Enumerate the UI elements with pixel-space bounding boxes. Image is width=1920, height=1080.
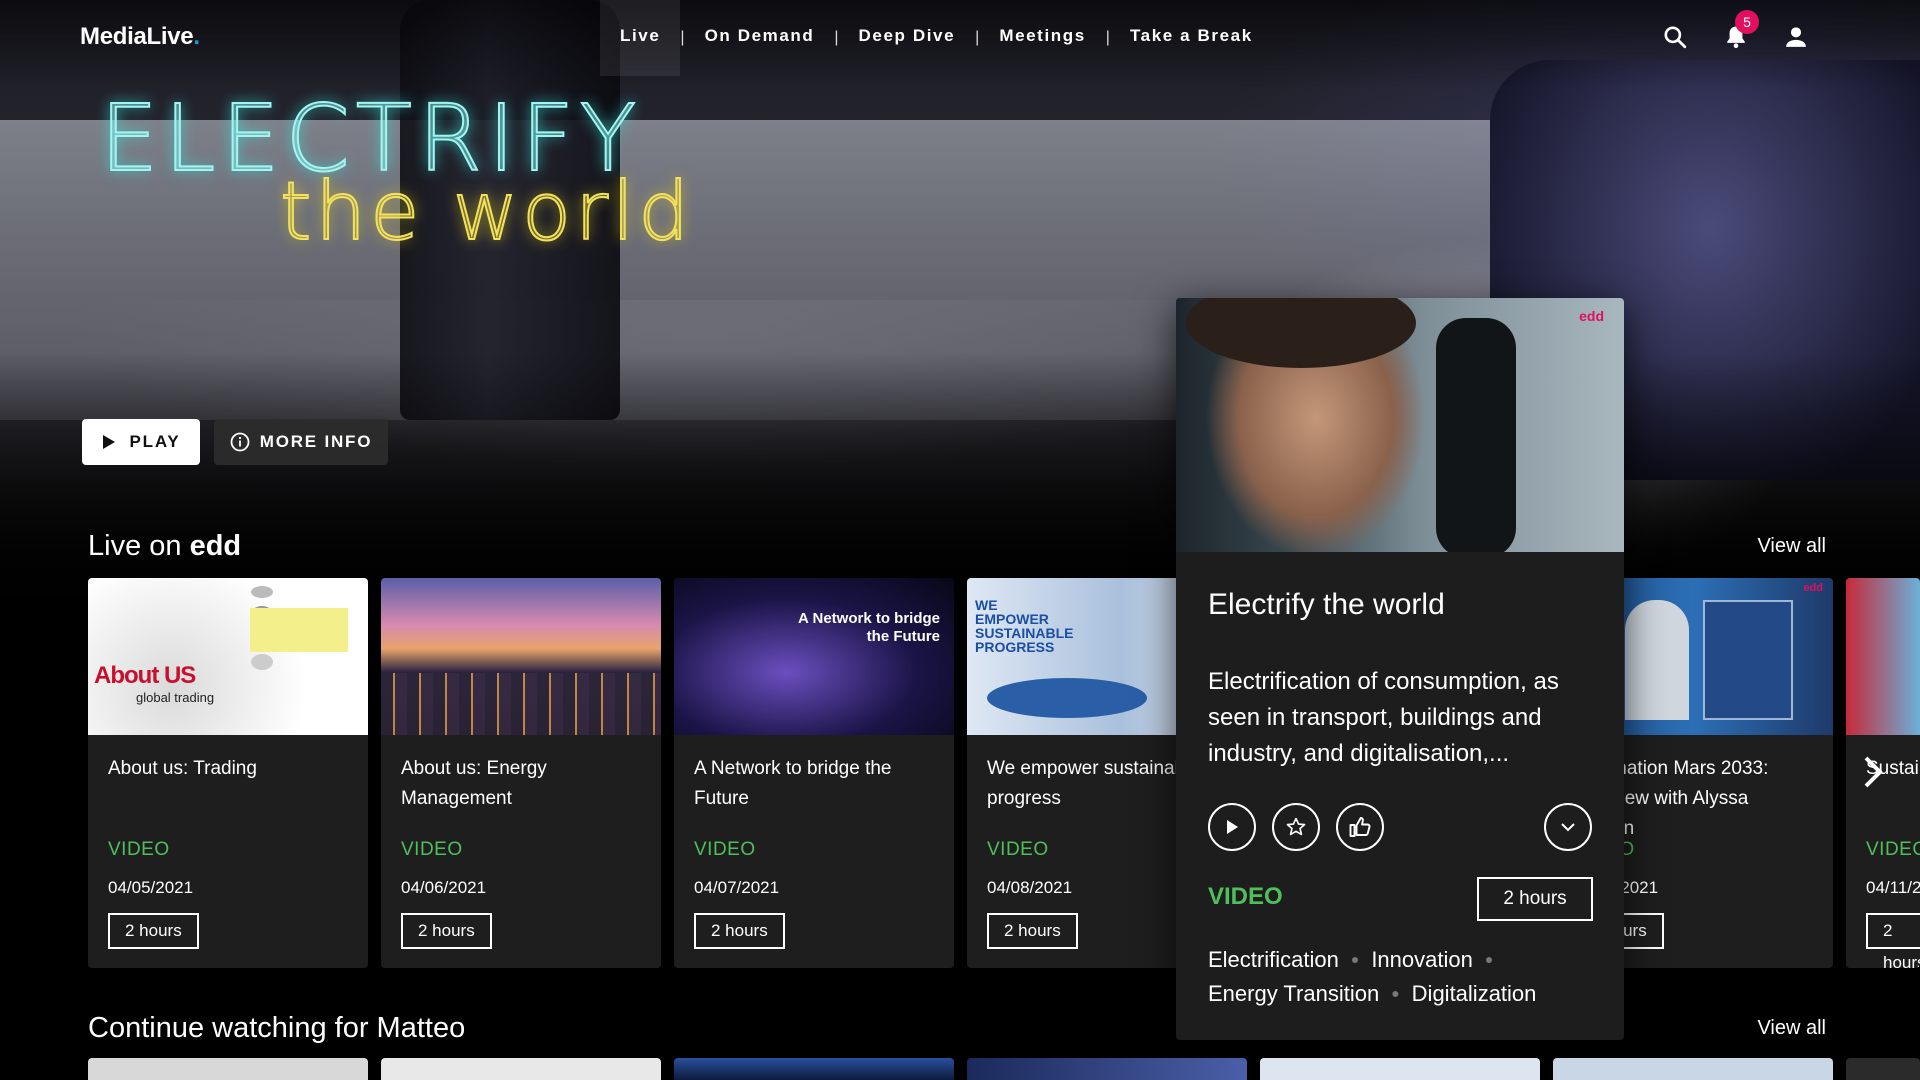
hero-logo-line2: the world: [279, 164, 693, 259]
chevron-right-icon: [1864, 756, 1883, 788]
video-card[interactable]: About us: Energy Management VIDEO 04/06/…: [381, 578, 661, 968]
continue-card-thumbnail[interactable]: [381, 1058, 661, 1080]
card-thumb-text: About US: [94, 662, 196, 689]
tag-separator: ●: [1350, 951, 1360, 967]
card-date: 04/11/2021: [1866, 878, 1920, 897]
search-icon[interactable]: [1660, 22, 1690, 52]
card-duration: 2 hours: [987, 913, 1078, 949]
play-icon: [1227, 820, 1238, 834]
star-icon: [1286, 817, 1306, 836]
notification-badge: 5: [1735, 10, 1759, 34]
popup-expand-button[interactable]: [1544, 803, 1592, 851]
popup-thumbnail: edd: [1176, 298, 1624, 552]
section-title-live: Live on edd: [88, 530, 241, 563]
bell-icon[interactable]: 5: [1721, 10, 1759, 52]
thumbs-up-icon: [1349, 817, 1371, 837]
continue-card-thumbnail[interactable]: [88, 1058, 368, 1080]
popup-title: Electrify the world: [1208, 588, 1445, 621]
city-skyline-image: [381, 673, 661, 735]
more-info-button-label: MORE INFO: [259, 432, 373, 451]
interviewer-image: [1625, 600, 1689, 720]
card-title: About us: Trading: [108, 758, 257, 779]
tag-separator: ●: [1391, 985, 1400, 1001]
section-title-prefix: Live on: [88, 530, 190, 562]
card-duration: 2 hours: [694, 913, 785, 949]
video-card[interactable]: A Network to bridge the Future A Network…: [674, 578, 954, 968]
top-navigation: MediaLive. Live | On Demand | Deep Dive …: [0, 0, 1920, 76]
nav-item-deep-dive[interactable]: Deep Dive: [839, 0, 976, 76]
nav-item-meetings[interactable]: Meetings: [979, 0, 1105, 76]
brand-dot: .: [193, 23, 200, 50]
card-date: 04/05/2021: [108, 878, 194, 897]
card-thumbnail: A Network to bridge the Future: [674, 578, 954, 735]
card-type: VIDEO: [987, 839, 1049, 860]
continue-card-thumbnail[interactable]: [1260, 1058, 1540, 1080]
card-date: 04/06/2021: [401, 878, 487, 897]
astronaut-image: [1703, 600, 1793, 720]
popup-play-button[interactable]: [1208, 803, 1256, 851]
more-info-button[interactable]: MORE INFO: [214, 419, 388, 465]
popup-description: Electrification of consumption, as seen …: [1208, 668, 1559, 767]
chevron-down-icon: [1561, 823, 1575, 832]
studio-desk-image: [987, 678, 1147, 718]
card-thumb-subtext: global trading: [136, 690, 215, 705]
card-type: VIDEO: [401, 839, 463, 860]
play-button[interactable]: PLAY: [82, 419, 200, 465]
popup-duration: 2 hours: [1477, 877, 1593, 921]
card-title: A Network to bridge the Future: [694, 758, 892, 809]
continue-card-thumbnail[interactable]: [967, 1058, 1247, 1080]
section-title-brand: edd: [189, 530, 242, 562]
nav-item-live[interactable]: Live: [600, 0, 681, 76]
card-duration: 2 hours: [1866, 913, 1920, 968]
preview-popup[interactable]: edd Electrify the world Electrification …: [1176, 298, 1624, 1040]
continue-card-thumbnail[interactable]: [1846, 1058, 1920, 1080]
play-icon: [102, 435, 115, 449]
card-date: 04/08/2021: [987, 878, 1073, 897]
view-all-link-continue[interactable]: View all: [1757, 1017, 1826, 1040]
card-thumbnail: [1846, 578, 1920, 735]
card-thumbnail: [381, 578, 661, 735]
tag: Energy Transition: [1208, 981, 1380, 1006]
view-all-link-live[interactable]: View all: [1757, 535, 1826, 558]
tag: Innovation: [1371, 947, 1473, 972]
card-type: VIDEO: [694, 839, 756, 860]
card-date: 04/07/2021: [694, 878, 780, 897]
popup-tags: Electrification ● Innovation ● Energy Trans…: [1208, 944, 1608, 1012]
card-duration: 2 hours: [401, 913, 492, 949]
carousel-next-arrow[interactable]: [1858, 752, 1888, 792]
popup-type: VIDEO: [1208, 883, 1283, 910]
card-title: About us: Energy Management: [401, 758, 547, 809]
brand-name: MediaLive: [80, 23, 194, 50]
continue-card-thumbnail[interactable]: [1553, 1058, 1833, 1080]
nav-menu: Live | On Demand | Deep Dive | Meetings …: [600, 0, 1273, 76]
popup-favorite-button[interactable]: [1272, 803, 1320, 851]
card-thumb-text: A Network to bridge the Future: [798, 610, 940, 645]
brand-logo[interactable]: MediaLive.: [80, 23, 200, 51]
nav-item-on-demand[interactable]: On Demand: [685, 0, 835, 76]
video-card[interactable]: About US global trading About us: Tradin…: [88, 578, 368, 968]
continue-card-thumbnail[interactable]: [674, 1058, 954, 1080]
edd-logo: edd: [1579, 308, 1604, 324]
card-thumbnail: About US global trading: [88, 578, 368, 735]
section-title-continue: Continue watching for Matteo: [88, 1012, 466, 1044]
sticky-note-image: [250, 608, 348, 652]
car-seat-image: [1436, 318, 1516, 552]
nav-item-take-a-break[interactable]: Take a Break: [1110, 0, 1273, 76]
info-icon: [230, 432, 250, 452]
user-icon[interactable]: [1781, 22, 1811, 52]
play-button-label: PLAY: [129, 432, 181, 451]
hero-banner: ELECTRIFY the world: [0, 0, 1920, 640]
popup-like-button[interactable]: [1336, 803, 1384, 851]
card-type: VIDEO: [108, 839, 170, 860]
tag: Electrification: [1208, 947, 1339, 972]
card-thumb-text: WE EMPOWER SUSTAINABLE PROGRESS: [975, 597, 1074, 655]
card-duration: 2 hours: [108, 913, 199, 949]
tag: Digitalization: [1411, 981, 1537, 1006]
card-type: VIDEO: [1866, 839, 1920, 860]
tag-separator: ●: [1484, 951, 1494, 967]
edd-logo: edd: [1803, 582, 1823, 594]
